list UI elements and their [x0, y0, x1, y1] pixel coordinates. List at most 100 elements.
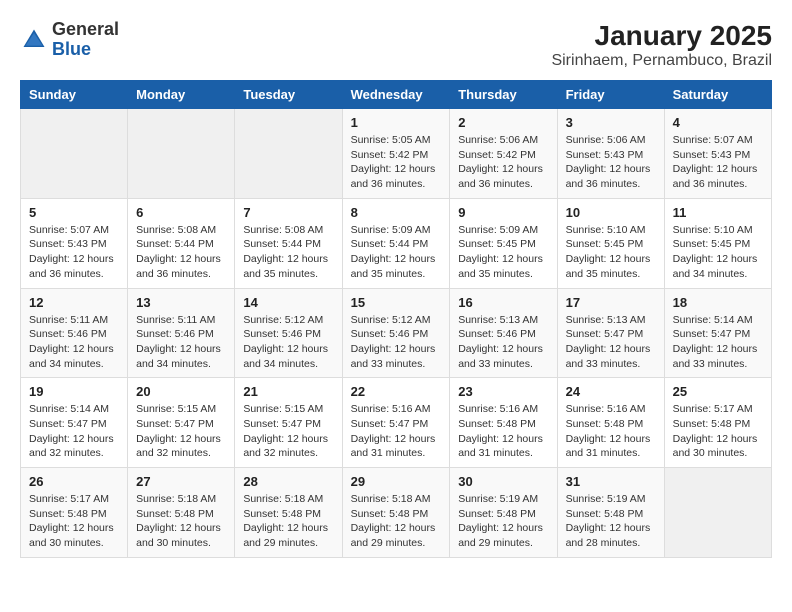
calendar-cell: 20 Sunrise: 5:15 AM Sunset: 5:47 PM Dayli…	[128, 378, 235, 468]
logo: General Blue	[20, 20, 119, 60]
calendar-cell: 19 Sunrise: 5:14 AM Sunset: 5:47 PM Dayli…	[21, 378, 128, 468]
calendar-cell: 27Sunrise: 5:18 AM Sunset: 5:48 PM Dayli…	[128, 468, 235, 558]
calendar-cell: 16 Sunrise: 5:13 AM Sunset: 5:46 PM Dayli…	[450, 288, 557, 378]
calendar-cell: 2 Sunrise: 5:06 AM Sunset: 5:42 PM Daylig…	[450, 109, 557, 199]
calendar-cell: 11 Sunrise: 5:10 AM Sunset: 5:45 PM Dayli…	[664, 198, 771, 288]
day-number: 14	[243, 295, 333, 310]
day-number: 15	[351, 295, 442, 310]
calendar-cell	[21, 109, 128, 199]
calendar-cell: 18 Sunrise: 5:14 AM Sunset: 5:47 PM Dayli…	[664, 288, 771, 378]
day-number: 20	[136, 384, 226, 399]
calendar-table: SundayMondayTuesdayWednesdayThursdayFrid…	[20, 80, 772, 558]
day-info: Sunrise: 5:18 AM Sunset: 5:48 PM Dayligh…	[243, 492, 333, 551]
day-info: Sunrise: 5:09 AM Sunset: 5:45 PM Dayligh…	[458, 223, 548, 282]
day-info: Sunrise: 5:17 AM Sunset: 5:48 PM Dayligh…	[29, 492, 119, 551]
day-header-saturday: Saturday	[664, 81, 771, 109]
calendar-cell: 15 Sunrise: 5:12 AM Sunset: 5:46 PM Dayli…	[342, 288, 450, 378]
day-info: Sunrise: 5:08 AM Sunset: 5:44 PM Dayligh…	[136, 223, 226, 282]
day-info: Sunrise: 5:11 AM Sunset: 5:46 PM Dayligh…	[29, 313, 119, 372]
day-info: Sunrise: 5:16 AM Sunset: 5:48 PM Dayligh…	[458, 402, 548, 461]
calendar-cell: 22Sunrise: 5:16 AM Sunset: 5:47 PM Dayli…	[342, 378, 450, 468]
day-number: 9	[458, 205, 548, 220]
calendar-cell: 6 Sunrise: 5:08 AM Sunset: 5:44 PM Daylig…	[128, 198, 235, 288]
day-info: Sunrise: 5:05 AM Sunset: 5:42 PM Dayligh…	[351, 133, 442, 192]
calendar-cell: 21Sunrise: 5:15 AM Sunset: 5:47 PM Dayli…	[235, 378, 342, 468]
day-number: 2	[458, 115, 548, 130]
day-number: 1	[351, 115, 442, 130]
logo-general: General	[52, 20, 119, 40]
day-info: Sunrise: 5:06 AM Sunset: 5:43 PM Dayligh…	[566, 133, 656, 192]
day-info: Sunrise: 5:19 AM Sunset: 5:48 PM Dayligh…	[566, 492, 656, 551]
day-number: 31	[566, 474, 656, 489]
day-number: 22	[351, 384, 442, 399]
day-number: 19	[29, 384, 119, 399]
day-info: Sunrise: 5:16 AM Sunset: 5:48 PM Dayligh…	[566, 402, 656, 461]
day-info: Sunrise: 5:15 AM Sunset: 5:47 PM Dayligh…	[243, 402, 333, 461]
calendar-week-row: 19 Sunrise: 5:14 AM Sunset: 5:47 PM Dayli…	[21, 378, 772, 468]
day-info: Sunrise: 5:17 AM Sunset: 5:48 PM Dayligh…	[673, 402, 763, 461]
calendar-cell	[235, 109, 342, 199]
calendar-title: January 2025	[551, 20, 772, 52]
day-info: Sunrise: 5:10 AM Sunset: 5:45 PM Dayligh…	[673, 223, 763, 282]
day-info: Sunrise: 5:07 AM Sunset: 5:43 PM Dayligh…	[673, 133, 763, 192]
logo-icon	[20, 26, 48, 54]
calendar-cell: 1 Sunrise: 5:05 AM Sunset: 5:42 PM Daylig…	[342, 109, 450, 199]
day-info: Sunrise: 5:06 AM Sunset: 5:42 PM Dayligh…	[458, 133, 548, 192]
calendar-cell: 31 Sunrise: 5:19 AM Sunset: 5:48 PM Dayli…	[557, 468, 664, 558]
calendar-cell: 13Sunrise: 5:11 AM Sunset: 5:46 PM Dayli…	[128, 288, 235, 378]
day-info: Sunrise: 5:19 AM Sunset: 5:48 PM Dayligh…	[458, 492, 548, 551]
day-number: 4	[673, 115, 763, 130]
calendar-cell: 4 Sunrise: 5:07 AM Sunset: 5:43 PM Daylig…	[664, 109, 771, 199]
day-number: 3	[566, 115, 656, 130]
logo-text: General Blue	[52, 20, 119, 60]
calendar-cell: 23 Sunrise: 5:16 AM Sunset: 5:48 PM Dayli…	[450, 378, 557, 468]
day-number: 12	[29, 295, 119, 310]
day-info: Sunrise: 5:12 AM Sunset: 5:46 PM Dayligh…	[351, 313, 442, 372]
day-number: 7	[243, 205, 333, 220]
day-number: 13	[136, 295, 226, 310]
calendar-cell: 17Sunrise: 5:13 AM Sunset: 5:47 PM Dayli…	[557, 288, 664, 378]
day-info: Sunrise: 5:08 AM Sunset: 5:44 PM Dayligh…	[243, 223, 333, 282]
calendar-cell: 10 Sunrise: 5:10 AM Sunset: 5:45 PM Dayli…	[557, 198, 664, 288]
calendar-cell: 26Sunrise: 5:17 AM Sunset: 5:48 PM Dayli…	[21, 468, 128, 558]
day-header-monday: Monday	[128, 81, 235, 109]
day-info: Sunrise: 5:10 AM Sunset: 5:45 PM Dayligh…	[566, 223, 656, 282]
day-number: 24	[566, 384, 656, 399]
day-number: 18	[673, 295, 763, 310]
day-info: Sunrise: 5:18 AM Sunset: 5:48 PM Dayligh…	[351, 492, 442, 551]
day-info: Sunrise: 5:15 AM Sunset: 5:47 PM Dayligh…	[136, 402, 226, 461]
calendar-cell: 29 Sunrise: 5:18 AM Sunset: 5:48 PM Dayli…	[342, 468, 450, 558]
calendar-week-row: 5 Sunrise: 5:07 AM Sunset: 5:43 PM Daylig…	[21, 198, 772, 288]
calendar-cell: 9 Sunrise: 5:09 AM Sunset: 5:45 PM Daylig…	[450, 198, 557, 288]
calendar-cell: 24 Sunrise: 5:16 AM Sunset: 5:48 PM Dayli…	[557, 378, 664, 468]
calendar-cell: 28Sunrise: 5:18 AM Sunset: 5:48 PM Dayli…	[235, 468, 342, 558]
day-header-friday: Friday	[557, 81, 664, 109]
day-info: Sunrise: 5:13 AM Sunset: 5:46 PM Dayligh…	[458, 313, 548, 372]
calendar-cell: 14Sunrise: 5:12 AM Sunset: 5:46 PM Dayli…	[235, 288, 342, 378]
logo-blue: Blue	[52, 40, 119, 60]
day-info: Sunrise: 5:13 AM Sunset: 5:47 PM Dayligh…	[566, 313, 656, 372]
day-number: 6	[136, 205, 226, 220]
day-number: 23	[458, 384, 548, 399]
calendar-cell: 25 Sunrise: 5:17 AM Sunset: 5:48 PM Dayli…	[664, 378, 771, 468]
day-number: 29	[351, 474, 442, 489]
day-number: 5	[29, 205, 119, 220]
day-info: Sunrise: 5:07 AM Sunset: 5:43 PM Dayligh…	[29, 223, 119, 282]
calendar-week-row: 12 Sunrise: 5:11 AM Sunset: 5:46 PM Dayli…	[21, 288, 772, 378]
day-info: Sunrise: 5:14 AM Sunset: 5:47 PM Dayligh…	[29, 402, 119, 461]
day-number: 25	[673, 384, 763, 399]
day-info: Sunrise: 5:14 AM Sunset: 5:47 PM Dayligh…	[673, 313, 763, 372]
day-info: Sunrise: 5:18 AM Sunset: 5:48 PM Dayligh…	[136, 492, 226, 551]
day-number: 10	[566, 205, 656, 220]
day-header-thursday: Thursday	[450, 81, 557, 109]
day-number: 11	[673, 205, 763, 220]
day-info: Sunrise: 5:09 AM Sunset: 5:44 PM Dayligh…	[351, 223, 442, 282]
day-number: 16	[458, 295, 548, 310]
calendar-subtitle: Sirinhaem, Pernambuco, Brazil	[551, 52, 772, 70]
calendar-cell: 3 Sunrise: 5:06 AM Sunset: 5:43 PM Daylig…	[557, 109, 664, 199]
title-section: January 2025 Sirinhaem, Pernambuco, Braz…	[551, 20, 772, 70]
calendar-cell	[664, 468, 771, 558]
calendar-cell: 7 Sunrise: 5:08 AM Sunset: 5:44 PM Daylig…	[235, 198, 342, 288]
day-header-sunday: Sunday	[21, 81, 128, 109]
calendar-cell: 12 Sunrise: 5:11 AM Sunset: 5:46 PM Dayli…	[21, 288, 128, 378]
